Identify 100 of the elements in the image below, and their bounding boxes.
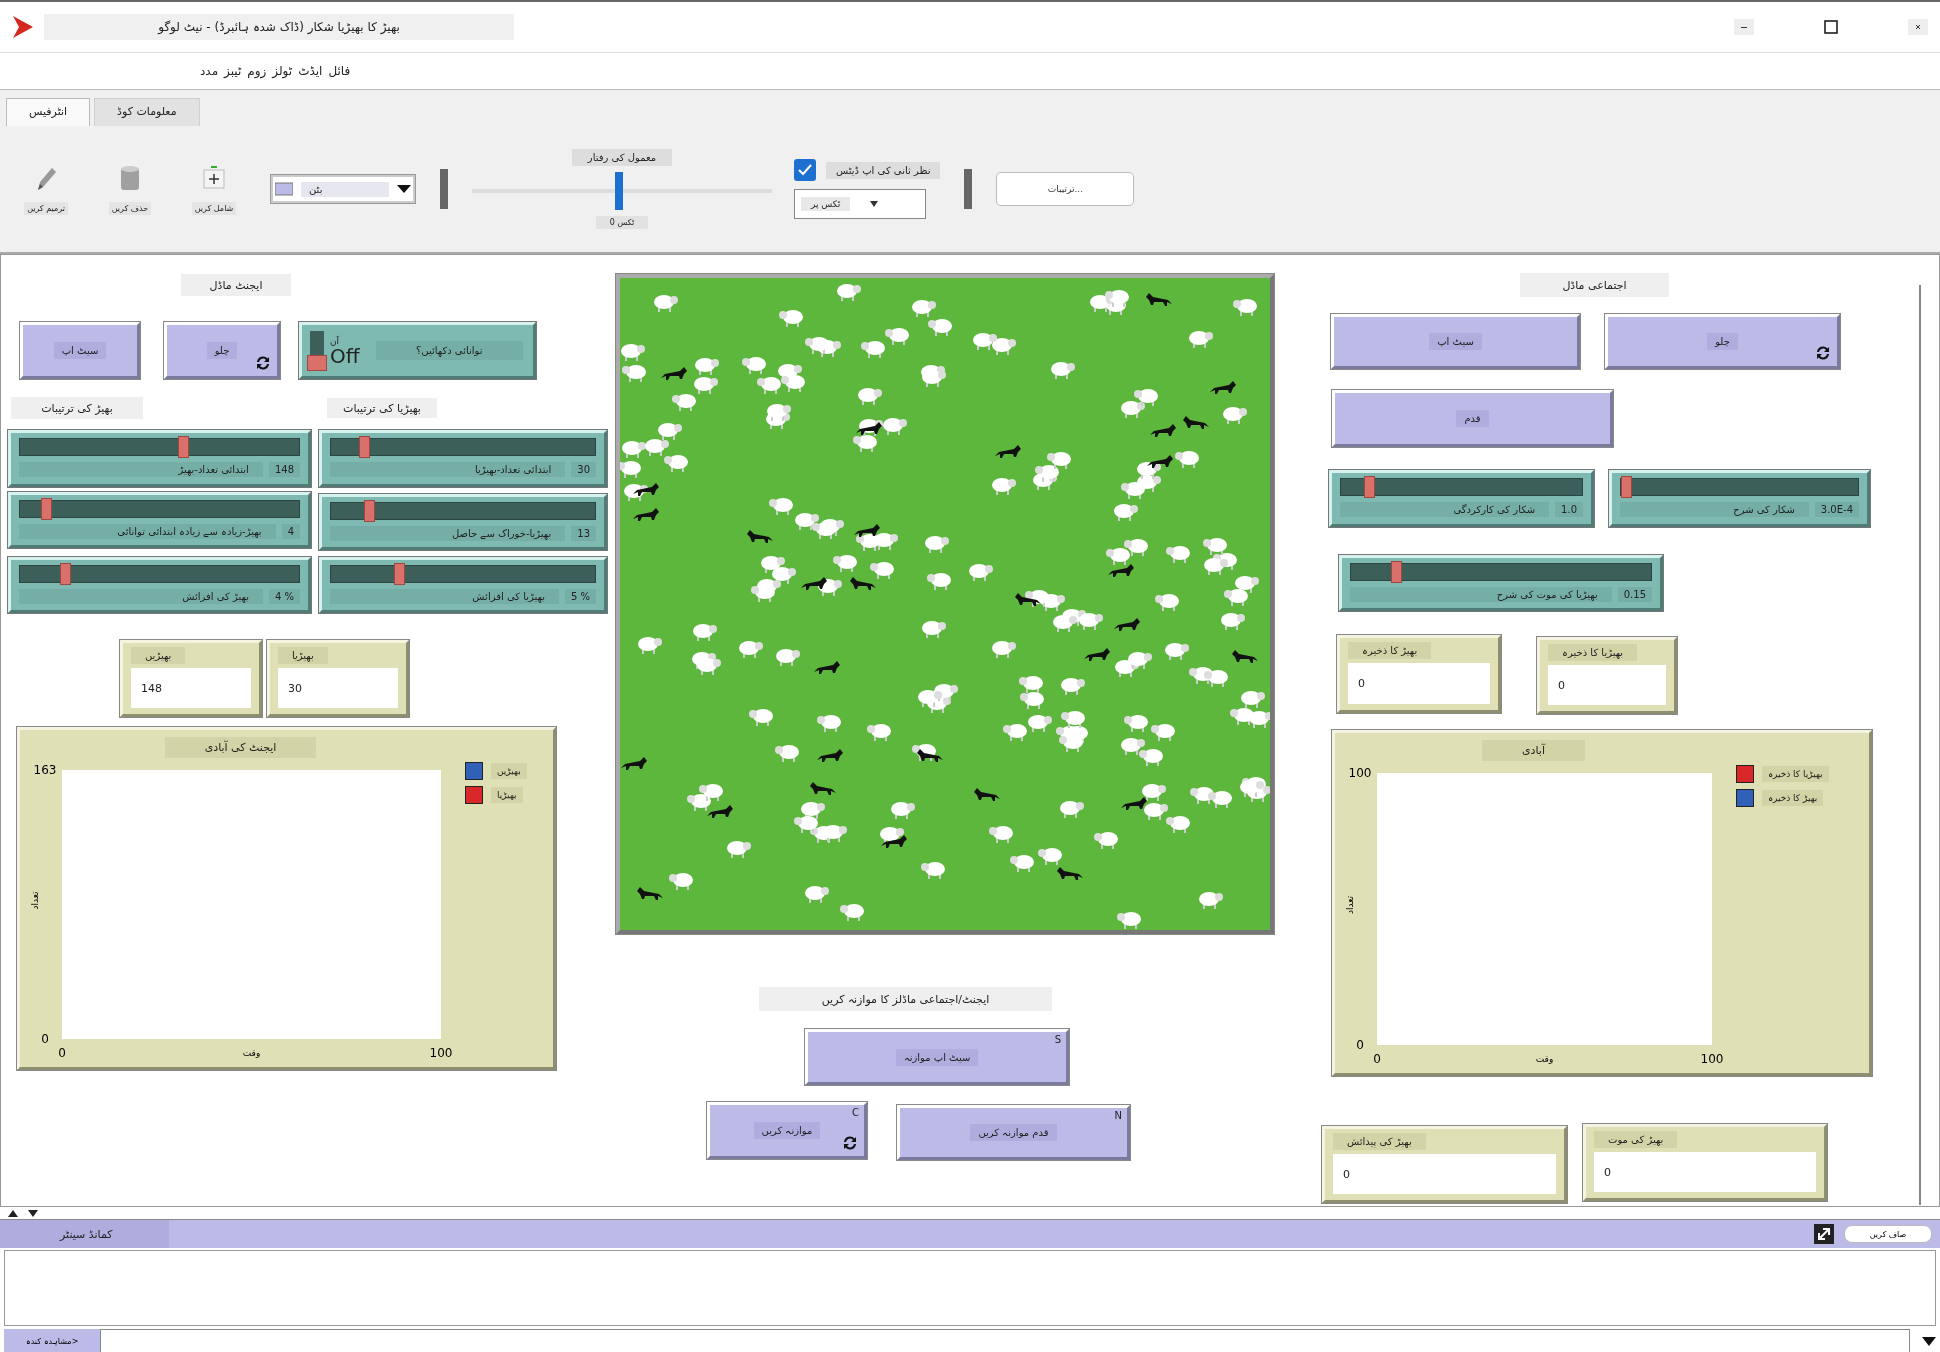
- note-label: بھیڑ کی ترتیبات: [11, 397, 143, 419]
- axis-label: تعداد: [1345, 895, 1355, 915]
- widget-button[interactable]: چلو: [164, 322, 280, 379]
- switch-off-label: Off: [330, 345, 360, 366]
- slider-thumb[interactable]: [394, 563, 406, 585]
- update-mode-dropdown[interactable]: ٹکس پر: [794, 189, 926, 219]
- minimize-icon: [1734, 19, 1754, 35]
- axis-tick-label: 100: [1348, 765, 1372, 780]
- caret-icon: [1922, 1336, 1936, 1346]
- speed-slider[interactable]: [472, 172, 772, 210]
- scrollbar[interactable]: [1919, 285, 1921, 1205]
- toolbar-separator: [964, 169, 973, 209]
- slider-thumb[interactable]: [363, 500, 375, 522]
- tool-label: حذف کریں: [108, 201, 152, 215]
- slider-thumb[interactable]: [615, 172, 624, 210]
- slider-value: 0.15: [1617, 587, 1652, 602]
- note-label: ایجنٹ ماڈل: [181, 274, 291, 296]
- slider-label: ابتدائی تعداد-بھیڑ: [19, 462, 263, 477]
- axis-tick-label: 163: [33, 762, 57, 777]
- maximize-icon: [1824, 20, 1838, 34]
- slider-label: بھیڑیا کی موت کی شرح: [1350, 587, 1612, 602]
- checkbox[interactable]: [794, 159, 816, 181]
- axis-tick-label: 0: [1356, 1037, 1364, 1052]
- slider-label: ابتدائی تعداد-بھیڑیا: [330, 462, 566, 477]
- button-icon: [275, 182, 293, 196]
- clear-button[interactable]: صاف کریں: [1844, 1225, 1932, 1243]
- monitor-value: 0: [1348, 663, 1490, 704]
- prompt-button[interactable]: مشاہدہ کندہ>: [4, 1329, 100, 1352]
- axis-label: تعداد: [30, 891, 40, 910]
- slider-thumb[interactable]: [178, 436, 190, 458]
- monitor-value: 30: [278, 668, 398, 708]
- slider-value: 148: [268, 462, 300, 477]
- chevron-logo-icon: [12, 15, 34, 39]
- widget-button[interactable]: قدم: [1332, 390, 1613, 447]
- axis-tick-label: 100: [1700, 1052, 1724, 1066]
- tab[interactable]: معلومات کوڈ: [94, 98, 200, 126]
- slider-thumb[interactable]: [358, 436, 370, 458]
- monitor-label: بھیڑیا: [278, 647, 328, 664]
- panel-title: کمانڈ سینٹر: [0, 1220, 169, 1248]
- slider-thumb[interactable]: [60, 563, 72, 585]
- slider-thumb[interactable]: [1364, 476, 1375, 498]
- axis-tick-label: 0: [41, 1031, 49, 1046]
- ticks-counter: ٹکس 0: [595, 216, 649, 229]
- axis-tick-label: 100: [429, 1046, 453, 1060]
- monitor-label: بھیڑ کا ذخیرہ: [1348, 642, 1432, 659]
- slider-label: بھیڑ کی افزائش: [19, 589, 263, 604]
- checkbox-label: نظر ثانی کی اپ ڈیٹس: [826, 161, 941, 179]
- widget-button[interactable]: سیٹ اپ: [1331, 314, 1580, 369]
- toolbar-separator: [440, 169, 448, 209]
- monitor-value: 0: [1548, 665, 1666, 705]
- note-label: ایجنٹ/اجتماعی ماڈلز کا موازنہ کریں: [759, 987, 1052, 1011]
- action-key: C: [852, 1107, 859, 1118]
- arrow-up-icon: [8, 1209, 18, 1217]
- switch-label: توانائی دکھائیں؟: [375, 341, 523, 360]
- slider-value: 4: [281, 524, 300, 539]
- slider-thumb[interactable]: [1391, 561, 1403, 583]
- monitor-value: 0: [1333, 1154, 1556, 1194]
- tab[interactable]: انٹرفیس: [6, 98, 91, 126]
- menu-item[interactable]: فائل: [328, 64, 351, 78]
- slider-label: بھیڑ-زیادہ سے زیادہ ابتدائی توانائی: [19, 524, 276, 539]
- switch-on-label: آن: [330, 335, 341, 346]
- slider-value: 5 %: [564, 589, 596, 604]
- tool-label: ترمیم کریں: [24, 201, 68, 215]
- checkmark-icon: [798, 164, 812, 176]
- menu-item[interactable]: ٹولز: [272, 64, 293, 78]
- menu-item[interactable]: ٹیبز: [224, 64, 242, 78]
- slider-value: 30: [571, 462, 596, 477]
- monitor-label: بھیڑیں: [131, 647, 186, 664]
- slider-value: 1.0: [1555, 502, 1583, 517]
- monitor-value: 0: [1594, 1152, 1816, 1192]
- caret-icon: [397, 185, 411, 193]
- legend-label: بھیڑیا کا ذخیرہ: [1762, 766, 1829, 782]
- slider-thumb[interactable]: [1621, 476, 1632, 498]
- menu-item[interactable]: ایڈٹ: [298, 64, 323, 78]
- widget-button[interactable]: سیٹ اپ: [20, 322, 140, 379]
- monitor-value: 148: [131, 668, 251, 708]
- caret-icon: [870, 201, 879, 207]
- legend-label: بھیڑیں: [491, 763, 527, 779]
- plot-title: ایجنٹ کی آبادی: [164, 736, 317, 758]
- menu-item[interactable]: زوم: [247, 64, 267, 78]
- action-key: S: [1054, 1034, 1061, 1045]
- settings-button[interactable]: ترتیبات...: [996, 172, 1135, 206]
- widget-button[interactable]: چلو: [1605, 314, 1840, 369]
- command-input[interactable]: [100, 1329, 1910, 1352]
- legend-label: بھیڑ کا ذخیرہ: [1762, 790, 1824, 806]
- plus-icon: [202, 163, 226, 192]
- slider-value: 3.0E-4: [1814, 502, 1859, 517]
- note-label: اجتماعی ماڈل: [1520, 273, 1669, 297]
- switch-thumb[interactable]: [307, 354, 327, 371]
- action-key: N: [1114, 1110, 1122, 1121]
- speed-label: معمول کی رفتار: [571, 149, 673, 166]
- trash-can-icon: [118, 163, 142, 192]
- tool-label: شامل کریں: [191, 201, 237, 215]
- slider-value: 4 %: [268, 589, 300, 604]
- close-icon: [1908, 19, 1928, 35]
- slider-value: 13: [571, 526, 596, 541]
- slider-label: شکار کی شرح: [1620, 502, 1809, 517]
- slider-thumb[interactable]: [41, 498, 53, 520]
- widget-dropdown[interactable]: بٹن: [270, 174, 416, 204]
- menu-item[interactable]: مدد: [200, 64, 219, 78]
